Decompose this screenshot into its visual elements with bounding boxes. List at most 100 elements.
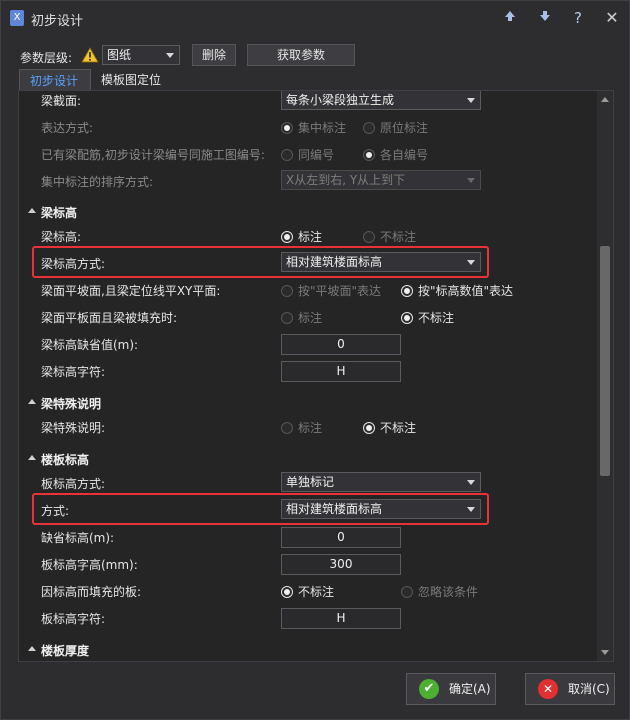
row-label: 梁特殊说明: xyxy=(41,421,106,435)
radio-fill-nomark[interactable]: 不标注 xyxy=(401,309,454,326)
row-beam-special: 梁特殊说明: 标注 不标注 xyxy=(19,413,597,440)
radio-special-mark[interactable]: 标注 xyxy=(281,419,322,436)
row-label: 梁面平板面且梁被填充时: xyxy=(41,311,178,325)
beam-section-select[interactable]: 每条小梁段独立生成 xyxy=(281,91,481,110)
radio-icon xyxy=(281,422,293,434)
row-beam-elev: 梁标高: 标注 不标注 xyxy=(19,222,597,249)
row-slab-char: 板标高字符: H xyxy=(19,604,597,631)
radio-icon xyxy=(401,312,413,324)
beam-char-input[interactable]: H xyxy=(281,361,401,382)
cancel-icon: ✕ xyxy=(538,679,558,699)
radio-icon xyxy=(401,586,413,598)
row-label: 缺省标高(m): xyxy=(41,531,115,545)
radio-fill-slab-ignore[interactable]: 忽略该条件 xyxy=(401,583,478,600)
collapse-icon xyxy=(28,399,36,404)
highlight-box xyxy=(32,246,489,278)
radio-icon xyxy=(363,422,375,434)
row-label: 梁面平坡面,且梁定位线平XY平面: xyxy=(41,284,221,298)
radio-concentrated[interactable]: 集中标注 xyxy=(281,119,346,136)
row-label: 板标高方式: xyxy=(41,477,106,491)
radio-fill-slab-nomark[interactable]: 不标注 xyxy=(281,583,334,600)
row-slab-char-height: 板标高字高(mm): 300 xyxy=(19,550,597,577)
section-beam-elevation[interactable]: 梁标高 xyxy=(19,198,597,225)
app-logo-icon: Ⅹ xyxy=(10,10,24,26)
section-beam-special[interactable]: 梁特殊说明 xyxy=(19,389,597,416)
chevron-down-icon xyxy=(467,98,475,103)
radio-fill-mark[interactable]: 标注 xyxy=(281,309,322,326)
row-fill-slab: 因标高而填充的板: 不标注 忽略该条件 xyxy=(19,577,597,604)
radio-special-nomark[interactable]: 不标注 xyxy=(363,419,416,436)
row-label: 梁标高: xyxy=(41,230,82,244)
slab-elev-mode-select[interactable]: 单独标记 xyxy=(281,472,481,492)
radio-label: 不标注 xyxy=(418,311,455,325)
cancel-label: 取消(C) xyxy=(568,682,610,696)
scroll-thumb[interactable] xyxy=(600,246,610,476)
row-label: 梁标高缺省值(m): xyxy=(41,338,139,352)
default-elev-input[interactable]: 0 xyxy=(281,527,401,548)
arrow-down-icon[interactable] xyxy=(534,7,556,29)
radio-own-number[interactable]: 各自编号 xyxy=(363,146,428,163)
row-sort: 集中标注的排序方式: X从左到右, Y从上到下 xyxy=(19,167,597,194)
radio-slope-plane[interactable]: 按"平坡面"表达 xyxy=(281,282,381,299)
row-default-elev: 缺省标高(m): 0 xyxy=(19,523,597,550)
radio-label: 集中标注 xyxy=(298,121,347,135)
slab-char-height-input[interactable]: 300 xyxy=(281,554,401,575)
radio-same-number[interactable]: 同编号 xyxy=(281,146,334,163)
row-label: 梁标高字符: xyxy=(41,365,106,379)
check-icon: ✔ xyxy=(419,679,439,699)
radio-label: 按"平坡面"表达 xyxy=(298,284,382,298)
delete-button[interactable]: 删除 xyxy=(192,44,236,66)
radio-label: 同编号 xyxy=(298,148,335,162)
level-select[interactable]: 图纸 xyxy=(102,45,180,65)
property-grid: 梁截面: 每条小梁段独立生成 表达方式: 集中标注 原位标注 已有梁配筋,初步设… xyxy=(19,91,597,661)
beam-section-value: 每条小梁段独立生成 xyxy=(286,93,395,107)
radio-label: 原位标注 xyxy=(380,121,429,135)
radio-icon xyxy=(363,231,375,243)
window-title: 初步设计 xyxy=(31,14,84,29)
fetch-params-button[interactable]: 获取参数 xyxy=(247,44,355,66)
close-icon[interactable]: ✕ xyxy=(601,7,623,29)
tab-template-positioning[interactable]: 模板图定位 xyxy=(91,69,187,91)
warning-icon xyxy=(81,47,99,63)
chevron-down-icon xyxy=(166,53,174,58)
radio-icon xyxy=(363,122,375,134)
title-bar: Ⅹ 初步设计 ? ✕ xyxy=(1,1,629,35)
radio-label: 标注 xyxy=(298,311,323,325)
radio-beam-elev-mark[interactable]: 标注 xyxy=(281,228,322,245)
dialog-window: Ⅹ 初步设计 ? ✕ 参数层级: 图纸 删除 获取参数 初步设计 模板图定位 梁… xyxy=(0,0,630,720)
slab-char-input[interactable]: H xyxy=(281,608,401,629)
sort-select[interactable]: X从左到右, Y从上到下 xyxy=(281,170,481,190)
chevron-down-icon xyxy=(467,178,475,183)
radio-label: 各自编号 xyxy=(380,148,429,162)
beam-default-input[interactable]: 0 xyxy=(281,334,401,355)
radio-icon xyxy=(281,586,293,598)
vertical-scrollbar[interactable] xyxy=(597,91,613,661)
scroll-up-icon[interactable] xyxy=(601,97,609,102)
radio-icon xyxy=(401,285,413,297)
scroll-down-icon[interactable] xyxy=(601,650,609,655)
sort-value: X从左到右, Y从上到下 xyxy=(286,173,406,187)
row-label: 因标高而填充的板: xyxy=(41,585,142,599)
arrow-up-icon[interactable] xyxy=(499,7,521,29)
radio-label: 标注 xyxy=(298,230,323,244)
radio-label: 不标注 xyxy=(298,585,335,599)
section-slab-thickness[interactable]: 楼板厚度 xyxy=(19,636,597,661)
section-label: 楼板厚度 xyxy=(41,644,90,658)
slab-elev-mode-value: 单独标记 xyxy=(286,475,335,489)
radio-beam-elev-nomark[interactable]: 不标注 xyxy=(363,228,416,245)
radio-in-place[interactable]: 原位标注 xyxy=(363,119,428,136)
help-icon[interactable]: ? xyxy=(567,7,589,29)
row-beam-fill: 梁面平板面且梁被填充时: 标注 不标注 xyxy=(19,303,597,330)
ok-button[interactable]: ✔ 确定(A) xyxy=(406,673,496,705)
tab-initial-design[interactable]: 初步设计 xyxy=(19,69,91,91)
cancel-button[interactable]: ✕ 取消(C) xyxy=(525,673,615,705)
radio-slope-value[interactable]: 按"标高数值"表达 xyxy=(401,282,513,299)
property-panel: 梁截面: 每条小梁段独立生成 表达方式: 集中标注 原位标注 已有梁配筋,初步设… xyxy=(18,90,614,662)
radio-icon xyxy=(363,149,375,161)
radio-icon xyxy=(281,312,293,324)
row-beam-section: 梁截面: 每条小梁段独立生成 xyxy=(19,91,597,113)
section-slab-elevation[interactable]: 楼板标高 xyxy=(19,445,597,472)
collapse-icon xyxy=(28,646,36,651)
row-beam-char: 梁标高字符: H xyxy=(19,357,597,384)
radio-icon xyxy=(281,122,293,134)
